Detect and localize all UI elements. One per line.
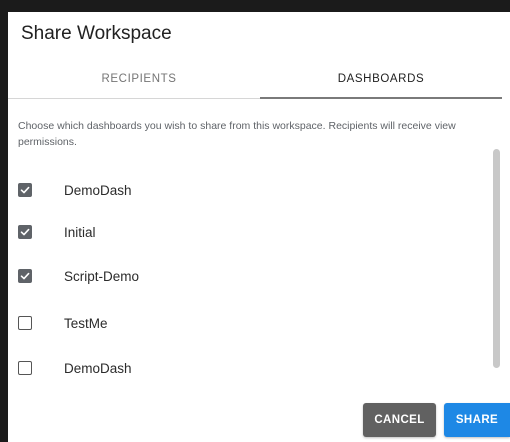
share-button[interactable]: SHARE	[444, 403, 510, 437]
checkbox-checked-icon[interactable]	[18, 269, 32, 283]
tab-dashboards[interactable]: DASHBOARDS	[260, 60, 502, 98]
list-item[interactable]: Script-Demo	[18, 264, 478, 288]
dashboard-name: DemoDash	[64, 360, 132, 376]
list-item[interactable]: TestMe	[18, 311, 478, 335]
checkbox-checked-icon[interactable]	[18, 183, 32, 197]
active-tab-indicator	[260, 97, 502, 99]
tab-recipients[interactable]: RECIPIENTS	[18, 60, 260, 98]
dialog-title: Share Workspace	[21, 23, 172, 44]
dashboard-name: DemoDash	[64, 182, 132, 198]
tab-bar: RECIPIENTS DASHBOARDS	[8, 60, 502, 99]
dashboard-name: Initial	[64, 224, 96, 240]
share-instructions: Choose which dashboards you wish to shar…	[18, 120, 456, 148]
share-workspace-dialog: Share Workspace RECIPIENTS DASHBOARDS Ch…	[8, 12, 510, 442]
dashboard-name: TestMe	[64, 315, 108, 331]
checkbox-checked-icon[interactable]	[18, 225, 32, 239]
list-item[interactable]: DemoDash	[18, 178, 478, 202]
list-item[interactable]: DemoDash	[18, 356, 478, 380]
dashboard-name: Script-Demo	[64, 268, 140, 284]
checkbox-unchecked-icon[interactable]	[18, 361, 32, 375]
cancel-button[interactable]: CANCEL	[363, 403, 436, 437]
dashboard-list: DemoDash Initial Script-Demo TestMe Demo…	[18, 158, 488, 390]
list-scrollbar[interactable]	[493, 149, 500, 368]
checkbox-unchecked-icon[interactable]	[18, 316, 32, 330]
list-item[interactable]: Initial	[18, 220, 478, 244]
